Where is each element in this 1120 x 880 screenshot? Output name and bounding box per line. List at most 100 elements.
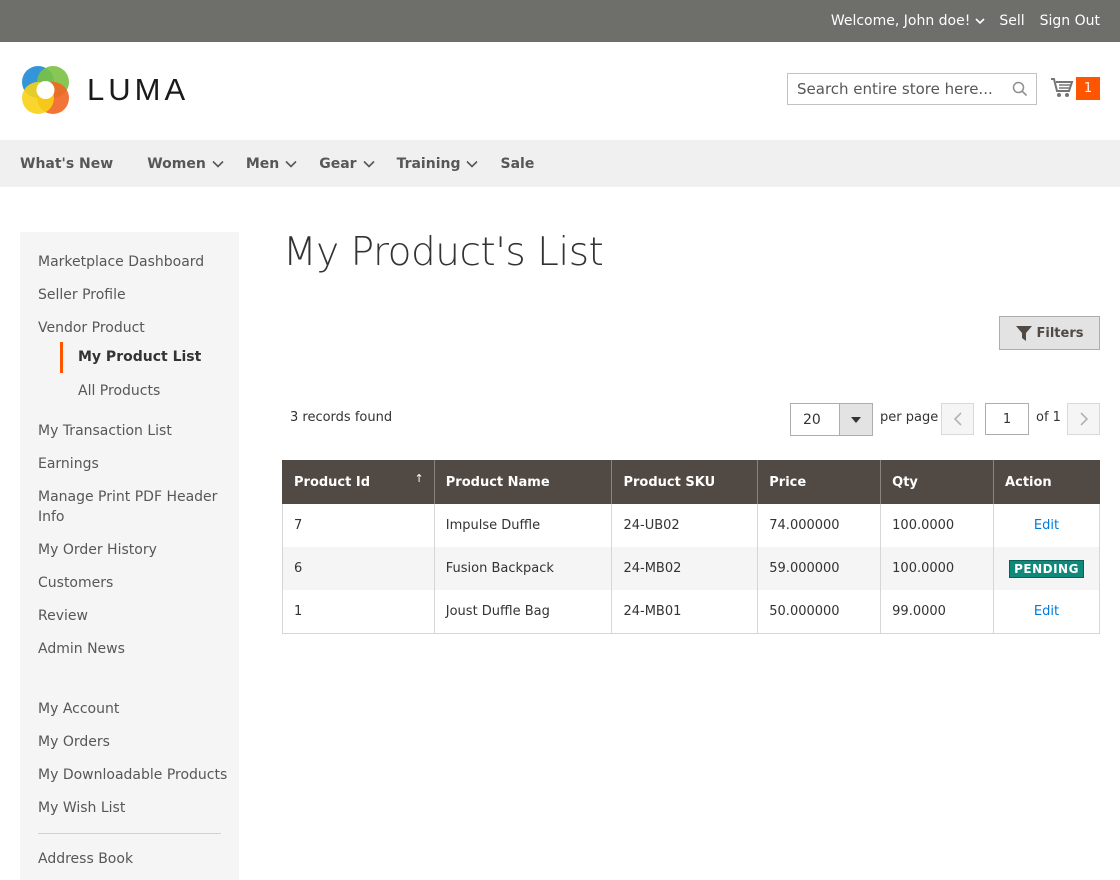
sidebar-item-manage-print-pdf-header-info[interactable]: Manage Print PDF Header Info xyxy=(38,487,228,527)
account-sidebar: Marketplace Dashboard Seller Profile Ven… xyxy=(20,232,239,880)
nav-item-label: What's New xyxy=(20,155,114,172)
sidebar-item-my-orders[interactable]: My Orders xyxy=(38,732,228,752)
nav-item-gear[interactable]: Gear xyxy=(319,155,375,172)
chevron-down-icon xyxy=(975,17,985,24)
caret-down-icon xyxy=(851,416,861,423)
cart-counter: 1 xyxy=(1076,77,1100,100)
sign-out-link[interactable]: Sign Out xyxy=(1040,13,1100,29)
search-icon[interactable] xyxy=(1012,81,1028,97)
sell-link[interactable]: Sell xyxy=(999,13,1024,29)
sidebar-item-customers[interactable]: Customers xyxy=(38,573,228,593)
chevron-down-icon xyxy=(466,160,479,168)
nav-item-men[interactable]: Men xyxy=(246,156,297,172)
store-logo[interactable]: LUMA xyxy=(20,64,189,116)
chevron-down-icon xyxy=(285,160,297,168)
search-input[interactable] xyxy=(788,74,1008,104)
records-count: 3 records found xyxy=(290,410,393,425)
main-navigation: What's New Women Men Gear Training Sale xyxy=(0,140,1120,187)
sidebar-item-earnings[interactable]: Earnings xyxy=(38,454,228,474)
welcome-dropdown[interactable]: Welcome, John doe! xyxy=(831,13,986,29)
chevron-left-icon xyxy=(953,412,962,426)
chevron-down-icon xyxy=(362,160,375,168)
per-page-label: per page xyxy=(880,410,939,425)
cell-price: 59.000000 xyxy=(757,547,881,590)
cell-product-name: Joust Duffle Bag xyxy=(433,590,612,634)
cell-product-name: Impulse Duffle xyxy=(433,504,612,547)
column-header-label: Price xyxy=(769,474,807,490)
header-links: Welcome, John doe! Sell Sign Out xyxy=(831,0,1100,42)
nav-item-sale[interactable]: Sale xyxy=(500,156,534,172)
sidebar-item-admin-news[interactable]: Admin News xyxy=(38,639,228,659)
nav-item-label: Gear xyxy=(319,155,357,172)
sidebar-item-my-downloadable-products[interactable]: My Downloadable Products xyxy=(38,765,228,785)
nav-item-whats-new[interactable]: What's New xyxy=(20,156,113,172)
filters-button[interactable]: Filters xyxy=(999,316,1100,350)
page-number-input[interactable] xyxy=(985,403,1029,435)
sidebar-item-my-transaction-list[interactable]: My Transaction List xyxy=(38,421,228,441)
cell-action: Edit xyxy=(993,590,1100,634)
per-page-select[interactable]: 20 xyxy=(790,403,873,436)
sidebar-item-seller-profile[interactable]: Seller Profile xyxy=(38,285,228,305)
column-header-price[interactable]: Price xyxy=(757,460,881,504)
column-header-product-sku[interactable]: Product SKU xyxy=(611,460,758,504)
product-grid: Product Id ↑ Product Name Product SKU Pri… xyxy=(282,460,1100,634)
previous-page-button[interactable] xyxy=(941,403,974,435)
cell-product-sku: 24-UB02 xyxy=(611,504,758,547)
nav-item-women[interactable]: Women xyxy=(147,156,224,172)
next-page-button[interactable] xyxy=(1067,403,1100,435)
page-title: My Product's List xyxy=(283,230,604,275)
cell-product-id: 6 xyxy=(282,547,435,590)
page-header: LUMA 1 xyxy=(0,42,1120,140)
sidebar-item-my-account[interactable]: My Account xyxy=(38,699,228,719)
cell-product-sku: 24-MB02 xyxy=(611,547,758,590)
per-page-value: 20 xyxy=(803,412,821,428)
sidebar-item-my-wish-list[interactable]: My Wish List xyxy=(38,798,228,818)
column-header-product-name[interactable]: Product Name xyxy=(433,460,612,504)
column-header-product-id[interactable]: Product Id ↑ xyxy=(282,460,435,504)
filters-label: Filters xyxy=(1036,325,1084,341)
edit-link[interactable]: Edit xyxy=(1034,518,1059,533)
filter-icon xyxy=(1015,325,1032,341)
per-page-arrow xyxy=(839,404,872,435)
table-header-row: Product Id ↑ Product Name Product SKU Pri… xyxy=(282,460,1100,504)
sort-arrow-icon: ↑ xyxy=(414,472,424,485)
cell-qty: 99.0000 xyxy=(880,590,994,634)
nav-item-label: Training xyxy=(396,155,461,172)
sidebar-item-all-products[interactable]: All Products xyxy=(78,381,268,401)
column-header-action: Action xyxy=(993,460,1100,504)
column-header-label: Qty xyxy=(892,474,918,490)
table-row: 7 Impulse Duffle 24-UB02 74.000000 100.0… xyxy=(282,504,1100,547)
top-bar: Welcome, John doe! Sell Sign Out xyxy=(0,0,1120,42)
search-box xyxy=(787,73,1037,105)
cell-qty: 100.0000 xyxy=(880,547,994,590)
cell-qty: 100.0000 xyxy=(880,504,994,547)
cell-price: 74.000000 xyxy=(757,504,881,547)
column-header-label: Product Name xyxy=(445,474,550,490)
sidebar-item-review[interactable]: Review xyxy=(38,606,228,626)
luma-logo-icon xyxy=(22,66,69,114)
nav-item-label: Men xyxy=(245,155,280,172)
chevron-right-icon xyxy=(1079,412,1088,426)
logo-text: LUMA xyxy=(87,72,190,107)
mini-cart[interactable]: 1 xyxy=(1050,76,1102,102)
column-header-label: Product Id xyxy=(294,474,371,490)
cell-product-name: Fusion Backpack xyxy=(433,547,612,590)
cart-icon xyxy=(1051,78,1074,97)
nav-item-training[interactable]: Training xyxy=(397,156,479,172)
table-row: 6 Fusion Backpack 24-MB02 59.000000 100.… xyxy=(282,547,1100,590)
cell-product-id: 7 xyxy=(282,504,435,547)
column-header-qty[interactable]: Qty xyxy=(880,460,994,504)
nav-item-label: Women xyxy=(147,155,206,172)
sidebar-item-my-product-list[interactable]: My Product List xyxy=(60,342,250,373)
cell-action: Edit xyxy=(993,504,1100,547)
edit-link[interactable]: Edit xyxy=(1034,604,1059,619)
table-row: 1 Joust Duffle Bag 24-MB01 50.000000 99.… xyxy=(282,590,1100,634)
sidebar-item-marketplace-dashboard[interactable]: Marketplace Dashboard xyxy=(38,252,228,272)
status-badge: PENDING xyxy=(1009,559,1084,578)
nav-item-label: Sale xyxy=(500,155,535,172)
sidebar-item-address-book[interactable]: Address Book xyxy=(38,849,228,869)
sidebar-item-vendor-product[interactable]: Vendor Product xyxy=(38,318,228,338)
welcome-text: Welcome, John doe! xyxy=(830,13,971,29)
column-header-label: Product SKU xyxy=(623,474,716,490)
sidebar-item-my-order-history[interactable]: My Order History xyxy=(38,540,228,560)
